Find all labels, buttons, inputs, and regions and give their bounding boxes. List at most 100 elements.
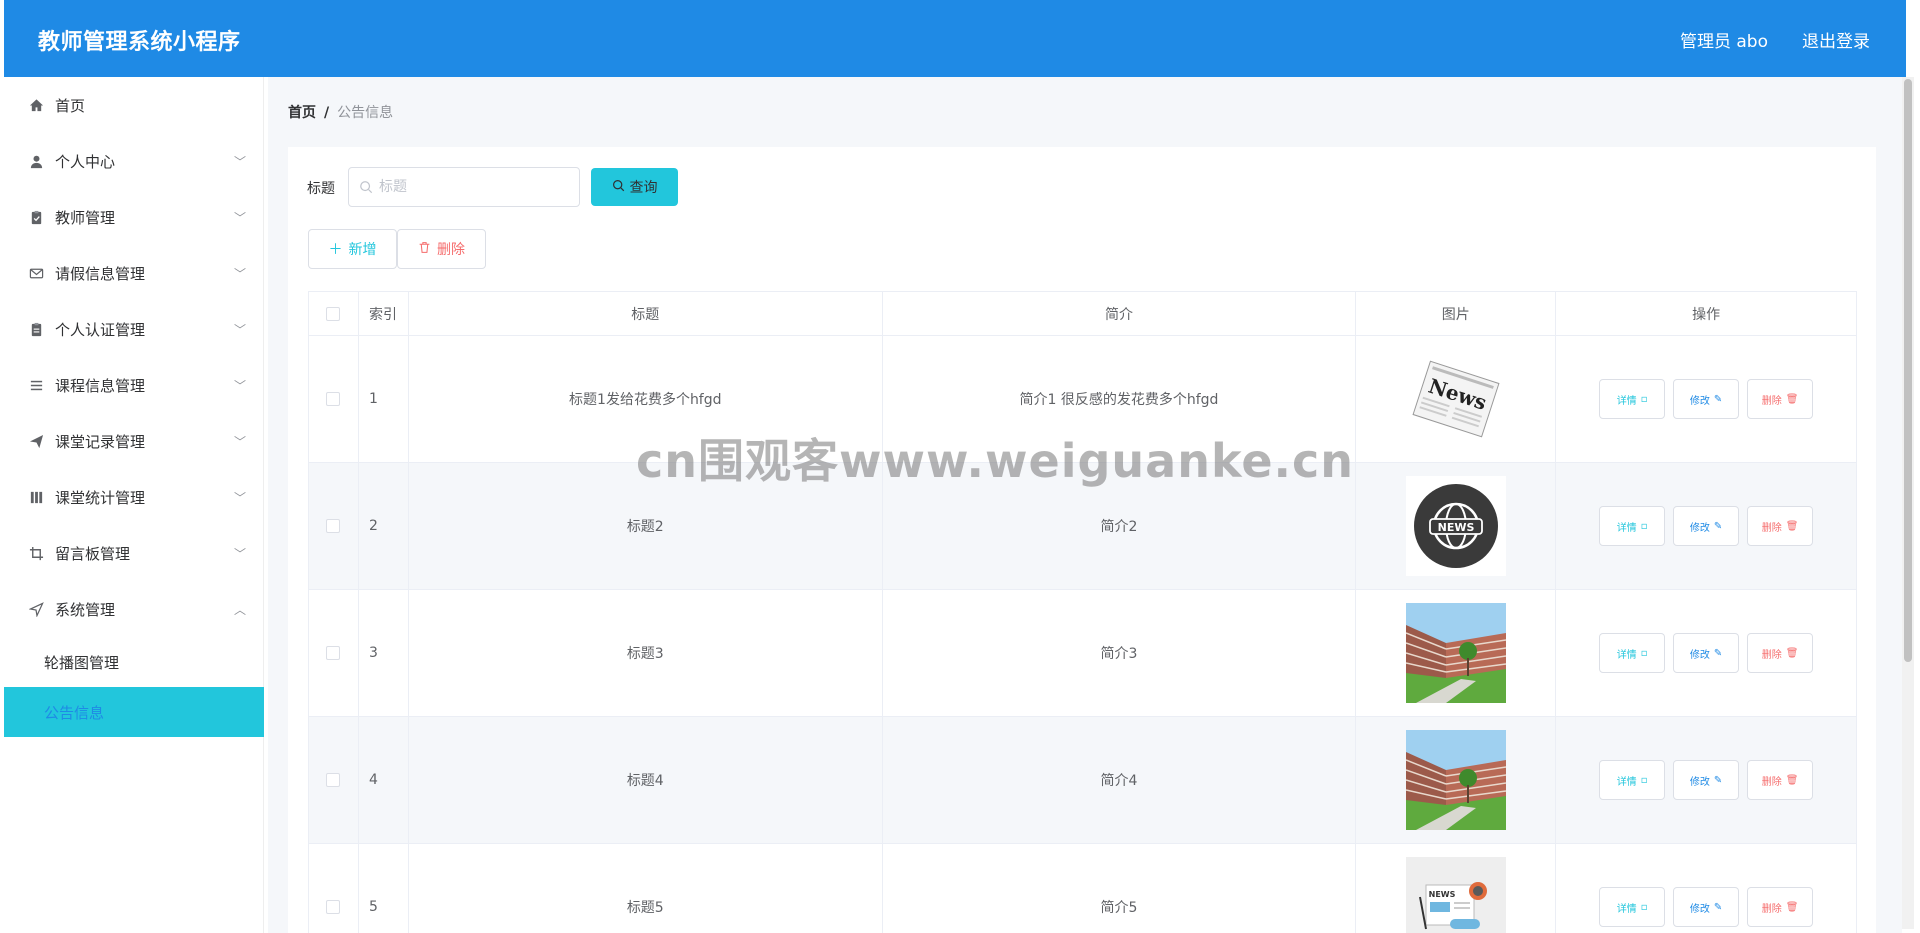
document-icon: ▫ (1640, 774, 1648, 786)
scrollbar-thumb[interactable] (1904, 79, 1912, 662)
batch-delete-label: 删除 (437, 242, 465, 258)
search-icon (612, 179, 630, 196)
sidebar-item-personal-center[interactable]: 个人中心 ﹀ (4, 133, 264, 189)
breadcrumb: 首页 / 公告信息 (288, 102, 393, 122)
row-index: 1 (359, 336, 409, 462)
sidebar-item-label: 课堂统计管理 (55, 488, 146, 507)
sidebar-subitem-announcement[interactable]: 公告信息 (4, 687, 264, 737)
row-checkbox[interactable] (326, 392, 341, 406)
row-checkbox[interactable] (326, 519, 341, 533)
detail-label: 详情 (1616, 903, 1637, 915)
sidebar-subitem-carousel[interactable]: 轮播图管理 (4, 637, 264, 687)
detail-button[interactable]: 详情 ▫ (1599, 760, 1666, 800)
row-operations: 详情 ▫ 修改 ✎ 删除 🗑 (1556, 844, 1857, 933)
edit-button[interactable]: 修改 ✎ (1673, 887, 1740, 927)
delete-button[interactable]: 删除 🗑 (1747, 506, 1814, 546)
chevron-down-icon: ﹀ (234, 267, 247, 281)
sidebar-item-label: 留言板管理 (55, 544, 131, 563)
table-row: 1 标题1发给花费多个hfgd 简介1 很反感的发花费多个hfgd News 详… (309, 336, 1857, 463)
sidebar-item-label: 课堂记录管理 (55, 432, 146, 451)
chevron-down-icon: ﹀ (234, 211, 247, 225)
search-field[interactable] (348, 167, 580, 207)
chevron-down-icon: ﹀ (234, 155, 247, 169)
list-icon (27, 376, 45, 394)
delete-button[interactable]: 删除 🗑 (1747, 887, 1814, 927)
home-icon (27, 96, 45, 114)
sidebar-item-system[interactable]: 系统管理 ︿ (4, 581, 264, 637)
edit-button[interactable]: 修改 ✎ (1673, 633, 1740, 673)
row-checkbox[interactable] (326, 646, 341, 660)
news-globe-image[interactable]: NEWS (1405, 476, 1506, 576)
sidebar-item-class-stats[interactable]: 课堂统计管理 ﹀ (4, 469, 264, 525)
table-row: 2 标题2 简介2 NEWS 详情 ▫ 修改 ✎ 删除 🗑 (309, 463, 1857, 590)
search-input[interactable] (379, 176, 569, 198)
current-user: 管理员 abo (1679, 32, 1768, 52)
edit-button[interactable]: 修改 ✎ (1673, 379, 1740, 419)
delete-label: 删除 (1761, 776, 1782, 788)
crop-icon (27, 544, 45, 562)
detail-button[interactable]: 详情 ▫ (1599, 887, 1666, 927)
sidebar-item-home[interactable]: 首页 (4, 77, 264, 133)
sidebar-subitem-label: 轮播图管理 (44, 653, 120, 672)
delete-button[interactable]: 删除 🗑 (1747, 379, 1814, 419)
row-index: 3 (359, 590, 409, 716)
chevron-down-icon: ﹀ (234, 435, 247, 449)
row-title: 标题1发给花费多个hfgd (409, 336, 883, 462)
sidebar-item-certification[interactable]: 个人认证管理 ﹀ (4, 301, 264, 357)
breadcrumb-current: 公告信息 (337, 105, 394, 121)
pencil-icon: ✎ (1713, 393, 1723, 405)
sidebar-item-leave[interactable]: 请假信息管理 ﹀ (4, 245, 264, 301)
add-button[interactable]: ＋ 新增 (308, 229, 397, 269)
campus-building-image[interactable] (1405, 603, 1506, 703)
edit-button[interactable]: 修改 ✎ (1673, 760, 1740, 800)
sidebar-item-label: 教师管理 (55, 208, 116, 227)
detail-button[interactable]: 详情 ▫ (1599, 633, 1666, 673)
newspaper-image[interactable]: News (1406, 349, 1506, 449)
sidebar-item-label: 请假信息管理 (55, 264, 146, 283)
row-checkbox[interactable] (326, 900, 341, 914)
sidebar-item-course[interactable]: 课程信息管理 ﹀ (4, 357, 264, 413)
row-title: 标题5 (409, 844, 883, 933)
pencil-icon: ✎ (1713, 647, 1723, 659)
id-card-icon (27, 320, 45, 338)
app-title: 教师管理系统小程序 (38, 30, 241, 55)
row-intro: 简介1 很反感的发花费多个hfgd (883, 336, 1357, 462)
announcement-table: 索引 标题 简介 图片 操作 1 标题1发给花费多个hfgd 简介1 很反感的发… (308, 291, 1857, 933)
news-illustration-image[interactable]: NEWS (1405, 857, 1506, 933)
campus-building-image[interactable] (1405, 730, 1506, 830)
header-image: 图片 (1356, 292, 1557, 335)
query-button[interactable]: 查询 (591, 168, 678, 206)
delete-button[interactable]: 删除 🗑 (1747, 633, 1814, 673)
mail-icon (27, 264, 45, 282)
chevron-down-icon: ﹀ (234, 491, 247, 505)
row-image-cell: News (1356, 336, 1557, 462)
row-image-cell (1356, 590, 1557, 716)
chart-icon (27, 488, 45, 506)
svg-text:NEWS: NEWS (1437, 521, 1474, 534)
sidebar-item-label: 个人中心 (55, 152, 116, 171)
detail-label: 详情 (1616, 776, 1637, 788)
clipboard-icon (27, 208, 45, 226)
sidebar-item-teacher[interactable]: 教师管理 ﹀ (4, 189, 264, 245)
batch-delete-button[interactable]: 删除 (397, 229, 486, 269)
send-icon (27, 432, 45, 450)
sidebar-item-label: 课程信息管理 (55, 376, 146, 395)
row-intro: 简介5 (883, 844, 1357, 933)
sidebar-item-class-record[interactable]: 课堂记录管理 ﹀ (4, 413, 264, 469)
sidebar-subitem-label: 公告信息 (44, 703, 105, 722)
page-scrollbar[interactable] (1902, 77, 1914, 929)
detail-button[interactable]: 详情 ▫ (1599, 379, 1666, 419)
edit-button[interactable]: 修改 ✎ (1673, 506, 1740, 546)
breadcrumb-home[interactable]: 首页 (288, 105, 316, 121)
detail-button[interactable]: 详情 ▫ (1599, 506, 1666, 546)
chevron-down-icon: ﹀ (234, 547, 247, 561)
header-checkbox-cell (309, 292, 359, 335)
header-title: 标题 (409, 292, 883, 335)
delete-button[interactable]: 删除 🗑 (1747, 760, 1814, 800)
navigation-icon (27, 600, 45, 618)
logout-link[interactable]: 退出登录 (1802, 27, 1870, 52)
row-checkbox[interactable] (326, 773, 341, 787)
sidebar-item-message-board[interactable]: 留言板管理 ﹀ (4, 525, 264, 581)
trash-icon: 🗑 (1785, 901, 1799, 913)
select-all-checkbox[interactable] (326, 306, 341, 321)
